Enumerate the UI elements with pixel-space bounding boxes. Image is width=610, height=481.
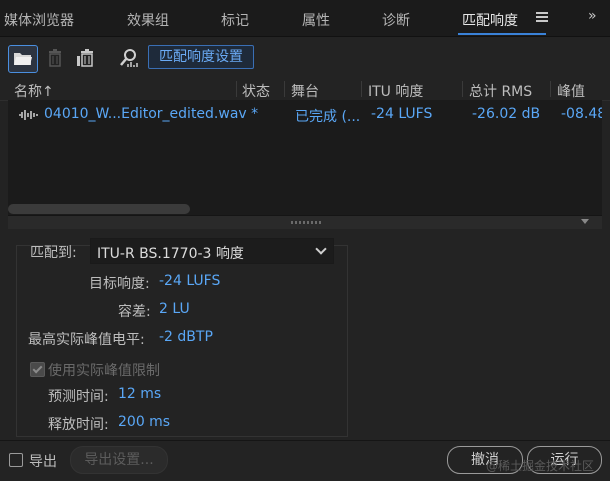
match-to-dropdown[interactable]: ITU-R BS.1770-3 响度 xyxy=(90,238,334,264)
lookahead-time-label: 预测时间: xyxy=(48,389,109,405)
match-to-label: 匹配到: xyxy=(30,245,77,261)
remove-file-button[interactable] xyxy=(42,45,70,71)
drag-grip-icon xyxy=(291,221,321,224)
export-settings-button[interactable]: 导出设置... xyxy=(70,446,168,474)
use-true-peak-limit-checkbox[interactable] xyxy=(30,362,45,377)
file-list-header: 名称↑ 状态 舞台 ITU 响度 总计 RMS 峰值 xyxy=(0,78,610,101)
max-true-peak-value[interactable]: -2 dBTP xyxy=(159,329,213,345)
tab-media-browser[interactable]: 媒体浏览器 xyxy=(4,10,74,30)
chevron-down-icon xyxy=(315,243,327,255)
column-status[interactable]: 状态 xyxy=(242,81,270,101)
watermark: @稀土掘金技术社区 xyxy=(486,459,595,473)
active-tab-indicator xyxy=(458,33,546,35)
file-list: 04010_W...Editor_edited.wav * 已完成 (... -… xyxy=(8,100,602,215)
export-label: 导出 xyxy=(29,454,57,470)
collapse-arrow-icon[interactable] xyxy=(581,219,589,224)
max-true-peak-label: 最高实际峰值电平: xyxy=(28,332,145,348)
release-time-label: 释放时间: xyxy=(48,417,109,433)
tab-match-loudness[interactable]: 匹配响度 xyxy=(462,10,518,30)
tab-diagnostics[interactable]: 诊断 xyxy=(382,10,410,30)
tolerance-value[interactable]: 2 LU xyxy=(159,301,190,317)
trash-icon xyxy=(49,49,61,67)
clear-all-button[interactable] xyxy=(72,45,100,71)
export-checkbox[interactable] xyxy=(9,453,23,467)
match-loudness-settings-button[interactable]: 匹配响度设置 xyxy=(148,45,254,69)
file-name: 04010_W...Editor_edited.wav * xyxy=(44,106,259,122)
column-divider[interactable] xyxy=(361,81,362,97)
tab-properties[interactable]: 属性 xyxy=(302,10,330,30)
file-itu-loudness: -24 LUFS xyxy=(371,106,433,122)
release-time-value[interactable]: 200 ms xyxy=(118,414,170,430)
column-peak[interactable]: 峰值 xyxy=(557,81,585,101)
overflow-chevron-icon[interactable]: » xyxy=(588,8,596,24)
horizontal-scrollbar[interactable] xyxy=(8,204,190,214)
target-loudness-value[interactable]: -24 LUFS xyxy=(159,273,220,289)
tolerance-label: 容差: xyxy=(118,304,151,320)
lookahead-time-value[interactable]: 12 ms xyxy=(118,386,161,402)
tab-effects-rack[interactable]: 效果组 xyxy=(127,10,169,30)
tab-markers[interactable]: 标记 xyxy=(221,10,249,30)
column-stage[interactable]: 舞台 xyxy=(291,81,319,101)
column-divider[interactable] xyxy=(462,81,463,97)
folder-open-icon xyxy=(14,53,32,65)
column-divider[interactable] xyxy=(284,81,285,97)
open-file-button[interactable] xyxy=(8,45,38,73)
file-total-rms: -26.02 dB xyxy=(472,106,541,122)
scan-loudness-button[interactable] xyxy=(114,45,142,71)
table-row[interactable]: 04010_W...Editor_edited.wav * 已完成 (... -… xyxy=(8,103,602,125)
magnifier-waveform-icon xyxy=(120,49,138,67)
panel-menu-icon[interactable] xyxy=(536,12,548,22)
use-true-peak-limit-label: 使用实际峰值限制 xyxy=(48,363,160,379)
waveform-icon xyxy=(19,110,38,120)
match-to-value: ITU-R BS.1770-3 响度 xyxy=(97,246,244,262)
trash-all-icon xyxy=(77,49,93,67)
column-divider[interactable] xyxy=(550,81,551,97)
sort-ascending-icon: ↑ xyxy=(42,84,54,100)
panel-splitter[interactable] xyxy=(8,215,602,230)
file-stage: 已完成 (... xyxy=(295,109,361,125)
panel-tab-bar: 媒体浏览器 效果组 标记 属性 诊断 匹配响度 » xyxy=(0,0,610,37)
settings-panel: 匹配到: ITU-R BS.1770-3 响度 目标响度: -24 LUFS 容… xyxy=(8,229,602,439)
column-total-rms[interactable]: 总计 RMS xyxy=(469,81,532,101)
column-itu-loudness[interactable]: ITU 响度 xyxy=(368,81,423,101)
column-name[interactable]: 名称↑ xyxy=(14,81,54,101)
target-loudness-label: 目标响度: xyxy=(89,276,150,292)
column-divider[interactable] xyxy=(236,81,237,97)
toolbar xyxy=(0,37,610,77)
file-peak: -08.48 xyxy=(561,106,602,122)
